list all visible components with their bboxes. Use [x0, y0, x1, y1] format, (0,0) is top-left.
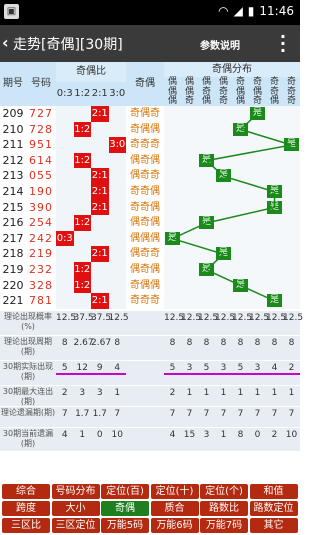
- stats-dist-value: 0: [254, 429, 261, 440]
- stats-dist-value: 7: [271, 408, 278, 419]
- stats-ratio-value: 0: [96, 429, 103, 440]
- stats-ratio-value: 10: [111, 429, 123, 440]
- stats-ratio-value: 4: [108, 363, 126, 375]
- stats-label: 30期实际出现(期): [2, 361, 54, 381]
- stats-dist-value: 2: [169, 387, 176, 398]
- stats-ratio-value: 2: [61, 387, 68, 398]
- stats-dist-value: 5: [164, 363, 181, 375]
- stats-ratio-value: 7: [114, 408, 121, 419]
- params-button[interactable]: 参数说明: [200, 37, 240, 52]
- stats-dist-value: 4: [266, 363, 283, 375]
- trend-line: [170, 113, 292, 302]
- stats-row: 30期实际出现(期) 5 12 9 4 5 3 5 3 5 3 4 2: [0, 359, 300, 385]
- stats-dist-value: 3: [181, 363, 198, 375]
- tab-0-2[interactable]: 定位(百): [101, 484, 149, 499]
- stats-ratio-value: 5: [56, 363, 74, 375]
- stats-dist-value: 3: [215, 363, 232, 375]
- stats-dist-value: 7: [254, 408, 261, 419]
- tab-0-4[interactable]: 定位(个): [200, 484, 248, 499]
- stats-label: 30期当前遗漏(期): [2, 428, 54, 448]
- tab-1-5[interactable]: 路数定位: [249, 501, 298, 516]
- clock: 11:46: [259, 4, 294, 18]
- stats-dist-value: 5: [198, 363, 215, 375]
- tab-2-4[interactable]: 万能7码: [200, 518, 248, 533]
- stats-dist-value: 8: [237, 429, 244, 440]
- trend-table: 期号 号码 奇偶比 0:3 1:2 2:1 3:0 奇偶 奇偶分布偶 偶 偶偶 偶 奇偶 奇 偶…: [0, 62, 303, 482]
- stats-ratio-value: 1.7: [75, 408, 90, 419]
- stats-dist-value: 7: [237, 408, 244, 419]
- back-icon[interactable]: ‹: [2, 33, 9, 52]
- stats-label: 理论遗漏期(期): [0, 407, 56, 417]
- stats-dist-value: 1: [254, 387, 261, 398]
- stats-dist-value: 7: [220, 408, 227, 419]
- app-bar: ‹ 走势[奇偶][30期] 参数说明 · · ·: [0, 25, 300, 62]
- tab-2-0[interactable]: 三区比: [2, 518, 50, 533]
- stats-ratio-value: 12: [73, 363, 91, 375]
- stats-dist-value: 7: [169, 408, 176, 419]
- status-bar: ▣ ◠ ◢ ▮ 11:46: [0, 0, 300, 25]
- stats-dist-value: 2: [271, 429, 278, 440]
- function-tabs: 综合 号码分布 定位(百) 定位(十) 定位(个) 和值跨度 大小 奇偶 质合 路数比 路数定位三区…: [0, 482, 300, 535]
- tab-1-1[interactable]: 大小: [51, 501, 100, 516]
- tab-1-2[interactable]: 奇偶: [101, 501, 149, 516]
- stats-ratio-value: 3: [96, 387, 103, 398]
- stats-dist-value: 1: [237, 387, 244, 398]
- stats-dist-value: 7: [203, 408, 210, 419]
- stats-ratio-value: 1: [79, 429, 86, 440]
- signal-icon: ◢: [233, 4, 243, 18]
- tab-1-0[interactable]: 跨度: [2, 501, 50, 516]
- stats-dist-value: 3: [249, 363, 266, 375]
- stats-dist-value: 1: [203, 387, 210, 398]
- tab-0-1[interactable]: 号码分布: [51, 484, 100, 499]
- battery-icon: ▮: [247, 4, 255, 18]
- stats-ratio-value: 9: [91, 363, 109, 375]
- stats-dist-value: 1: [271, 387, 278, 398]
- notification-icon: ▣: [4, 4, 19, 19]
- tab-1-4[interactable]: 路数比: [200, 501, 248, 516]
- stats-dist-value: 10: [285, 429, 298, 440]
- page-title: 走势[奇偶][30期]: [13, 37, 123, 53]
- stats-dist-value: 1: [220, 387, 227, 398]
- overflow-menu-icon[interactable]: · · ·: [280, 29, 286, 59]
- tab-2-1[interactable]: 三区定位: [51, 518, 100, 533]
- stats-label: 30期最大连出(期): [2, 386, 54, 406]
- stats-dist-value: 1: [186, 387, 193, 398]
- stats-dist-value: 7: [288, 408, 295, 419]
- tab-0-0[interactable]: 综合: [2, 484, 50, 499]
- trend-polyline: [170, 113, 292, 302]
- stats-dist-value: 1: [220, 429, 227, 440]
- stats-ratio-value: 7: [61, 408, 68, 419]
- stats-dist-value: 3: [203, 429, 210, 440]
- stats-row: 理论遗漏期(期) 7 1.7 1.7 7 7 7 7 7 7 7 7 7: [0, 405, 300, 427]
- stats-dist-value: 4: [169, 429, 176, 440]
- stats-ratio-value: 1.7: [92, 408, 107, 419]
- stats-ratio-value: 4: [61, 429, 68, 440]
- tab-0-5[interactable]: 和值: [249, 484, 298, 499]
- stats-dist-value: 7: [186, 408, 193, 419]
- stats-row: 30期最大连出(期) 2 3 3 1 2 1 1 1 1 1 1 1: [0, 384, 300, 406]
- tab-0-3[interactable]: 定位(十): [150, 484, 199, 499]
- status-right: ◠ ◢ ▮ 11:46: [218, 4, 294, 18]
- tab-2-2[interactable]: 万能5码: [101, 518, 149, 533]
- stats-ratio-value: 3: [79, 387, 86, 398]
- stats-ratio-value: 1: [114, 387, 121, 398]
- tab-1-3[interactable]: 质合: [150, 501, 199, 516]
- wifi-icon: ◠: [218, 4, 229, 18]
- tab-2-5[interactable]: 其它: [249, 518, 298, 533]
- stats-dist-value: 2: [283, 363, 300, 375]
- stats-dist-value: 1: [288, 387, 295, 398]
- tab-2-3[interactable]: 万能6码: [150, 518, 199, 533]
- stats-dist-value: 5: [232, 363, 249, 375]
- stats-dist-value: 15: [183, 429, 196, 440]
- stats-row: 30期当前遗漏(期) 4 1 0 10 4 15 3 1 8 0 2 10: [0, 426, 300, 451]
